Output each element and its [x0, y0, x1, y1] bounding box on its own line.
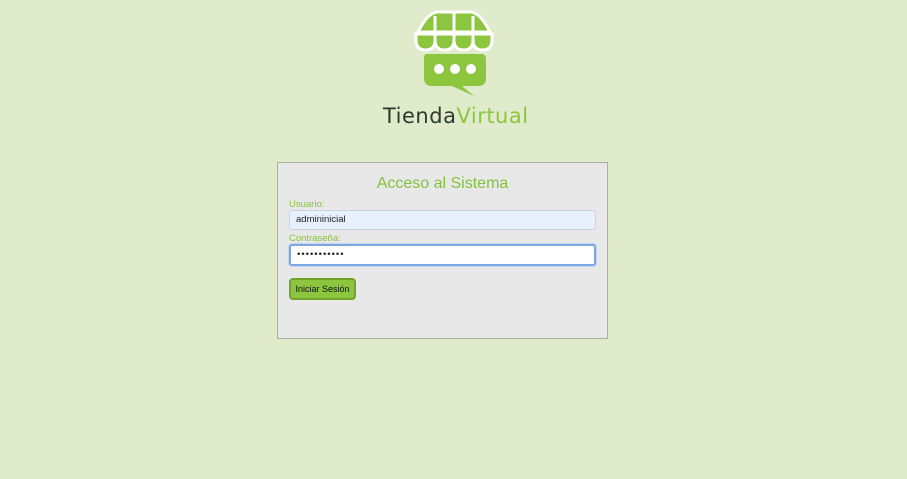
login-form: Acceso al Sistema Usuario: admininicial … [277, 162, 608, 339]
username-label: Usuario: [289, 199, 325, 210]
storefront-chat-icon [414, 10, 494, 96]
username-field[interactable]: admininicial [289, 210, 596, 230]
password-label: Contraseña: [289, 233, 341, 244]
brand-name: TiendaVirtual [383, 104, 529, 128]
logo: TiendaVirtual [383, 8, 529, 132]
login-page: TiendaVirtual Acceso al Sistema Usuario:… [0, 0, 907, 479]
brand-name-part2: Virtual [456, 104, 529, 128]
brand-name-part1: Tienda [383, 104, 457, 128]
login-title: Acceso al Sistema [376, 175, 509, 192]
password-field[interactable]: ••••••••••• [289, 244, 596, 266]
login-button[interactable]: Iniciar Sesión [289, 278, 356, 300]
